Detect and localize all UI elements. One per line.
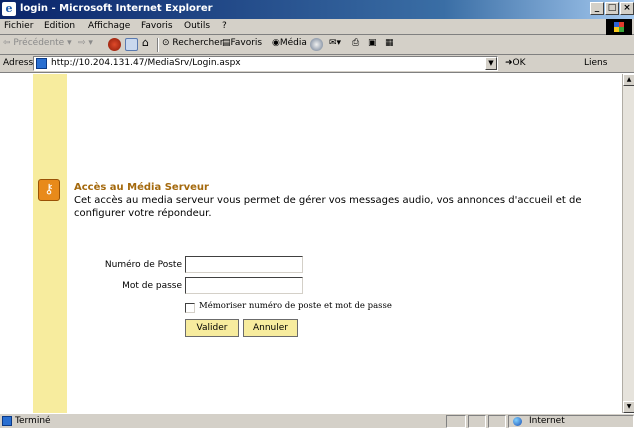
- back-button[interactable]: ⇦ Précédente ▾: [3, 38, 72, 48]
- remember-checkbox[interactable]: [185, 303, 195, 313]
- window-title: login - Microsoft Internet Explorer: [20, 3, 213, 14]
- media-button[interactable]: ◉Média: [272, 38, 307, 48]
- toolbar: ⇦ Précédente ▾ ⇨ ▾ ⌂ ⊙ Rechercher ▤Favor…: [0, 35, 634, 55]
- password-input[interactable]: [185, 277, 303, 294]
- extension-label: Numéro de Poste: [104, 260, 182, 270]
- menu-help[interactable]: ?: [222, 21, 227, 31]
- menu-outils[interactable]: Outils: [184, 21, 210, 31]
- search-icon: ⊙: [162, 38, 170, 48]
- submit-button[interactable]: Valider: [185, 319, 239, 337]
- vertical-scrollbar[interactable]: ▲ ▼: [622, 74, 634, 413]
- status-text: Terminé: [15, 416, 51, 426]
- cancel-button[interactable]: Annuler: [243, 319, 298, 337]
- links-button[interactable]: Liens: [584, 58, 607, 68]
- menu-edition[interactable]: Edition: [44, 21, 75, 31]
- favorites-icon: ▤: [222, 38, 231, 48]
- yellow-sidebar: [33, 74, 67, 413]
- status-panel: [468, 415, 486, 428]
- key-icon: ⚷: [38, 179, 60, 201]
- history-icon[interactable]: [310, 38, 323, 51]
- windows-logo-icon: [606, 19, 632, 35]
- home-icon[interactable]: ⌂: [142, 36, 149, 49]
- toolbar-separator: [157, 38, 159, 52]
- media-label: Média: [279, 38, 307, 48]
- login-description: Cet accès au media serveur vous permet d…: [74, 195, 582, 219]
- status-bar: Terminé Internet: [0, 413, 634, 428]
- maximize-button[interactable]: □: [605, 2, 619, 15]
- menu-bar: Fichier Edition Affichage Favoris Outils…: [0, 19, 634, 35]
- discuss-icon[interactable]: ▦: [385, 38, 394, 48]
- go-label: OK: [512, 58, 526, 68]
- address-input[interactable]: http://10.204.131.47/MediaSrv/Login.aspx…: [33, 56, 498, 71]
- go-button[interactable]: ➜OK: [505, 58, 526, 68]
- address-dropdown-icon[interactable]: ▼: [485, 57, 497, 70]
- close-button[interactable]: ×: [620, 2, 634, 15]
- page-icon: [36, 58, 47, 69]
- address-url: http://10.204.131.47/MediaSrv/Login.aspx: [51, 58, 241, 68]
- address-bar: Adresse http://10.204.131.47/MediaSrv/Lo…: [0, 55, 634, 73]
- minimize-button[interactable]: _: [590, 2, 604, 15]
- extension-input[interactable]: [185, 256, 303, 273]
- menu-fichier[interactable]: Fichier: [4, 21, 33, 31]
- go-arrow-icon: ➜: [505, 58, 513, 68]
- favorites-label: Favoris: [230, 38, 263, 48]
- forward-button[interactable]: ⇨ ▾: [78, 38, 93, 48]
- edit-icon[interactable]: ▣: [368, 38, 377, 48]
- media-icon: ◉: [272, 38, 280, 48]
- globe-icon: [513, 417, 522, 426]
- search-label: Rechercher: [172, 38, 224, 48]
- scroll-up-icon[interactable]: ▲: [623, 74, 634, 86]
- stop-icon[interactable]: [108, 38, 121, 51]
- menu-favoris[interactable]: Favoris: [141, 21, 173, 31]
- page-done-icon: [2, 416, 12, 426]
- remember-label: Mémoriser numéro de poste et mot de pass…: [199, 301, 392, 311]
- login-title: Accès au Média Serveur: [74, 182, 209, 193]
- password-label: Mot de passe: [122, 281, 182, 291]
- mail-icon[interactable]: ✉▾: [329, 38, 341, 48]
- search-button[interactable]: ⊙ Rechercher: [162, 38, 223, 48]
- print-icon[interactable]: ⎙: [352, 38, 359, 48]
- ie-icon[interactable]: e: [2, 2, 16, 16]
- back-label: Précédente: [13, 38, 65, 48]
- title-bar: e login - Microsoft Internet Explorer _ …: [0, 0, 634, 19]
- status-panel: [446, 415, 466, 428]
- security-zone: Internet: [508, 415, 634, 428]
- status-panel: [488, 415, 506, 428]
- refresh-icon[interactable]: [125, 38, 138, 51]
- scroll-down-icon[interactable]: ▼: [623, 401, 634, 413]
- page-viewport: ⚷ Accès au Média Serveur Cet accès au me…: [0, 74, 622, 413]
- favorites-button[interactable]: ▤Favoris: [222, 38, 262, 48]
- zone-label: Internet: [529, 416, 565, 426]
- menu-affichage[interactable]: Affichage: [88, 21, 130, 31]
